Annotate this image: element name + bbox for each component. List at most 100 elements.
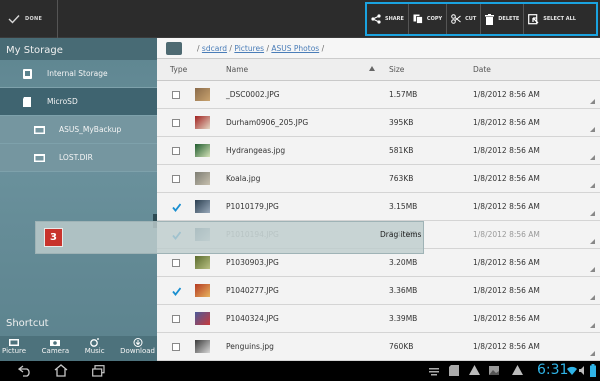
scissors-icon <box>451 14 461 24</box>
drag-count-badge: 3 <box>44 228 63 247</box>
wifi-icon <box>567 366 577 375</box>
cut-label: CUT <box>465 16 477 22</box>
file-name: P1030903.JPG <box>226 258 279 267</box>
sidebar-item-asus-mybackup[interactable]: ASUS_MyBackup <box>0 116 157 144</box>
selected-checkbox[interactable] <box>172 287 182 296</box>
image-thumbnail-icon <box>195 172 210 185</box>
file-name: Penguins.jpg <box>226 342 274 351</box>
checkbox[interactable] <box>172 315 180 323</box>
checkbox[interactable] <box>172 343 180 351</box>
shortcut-bar: Picture Camera Music Download <box>0 336 157 361</box>
sdcard-icon <box>23 96 31 107</box>
system-bar: 6:31 <box>0 361 600 381</box>
parent-folder-button[interactable] <box>166 41 182 55</box>
file-size: 3.20MB <box>389 258 418 267</box>
file-name: P1040324.JPG <box>226 314 279 323</box>
row-corner-indicator <box>590 155 595 160</box>
storage-sidebar: My Storage Internal Storage MicroSD ASUS… <box>0 38 157 361</box>
shortcut-download[interactable]: Download <box>120 336 155 361</box>
file-row[interactable]: P1040277.JPG 3.36MB 1/8/2012 8:56 AM <box>157 277 600 305</box>
breadcrumb-sdcard[interactable]: sdcard <box>202 44 227 53</box>
delete-label: DELETE <box>498 16 520 22</box>
cut-button[interactable]: CUT <box>447 4 482 34</box>
warning-icon[interactable] <box>469 365 480 375</box>
sidebar-item-lost-dir[interactable]: LOST.DIR <box>0 144 157 172</box>
file-row[interactable]: Hydrangeas.jpg 581KB 1/8/2012 8:56 AM <box>157 137 600 165</box>
select-all-icon <box>528 13 539 24</box>
file-row[interactable]: Penguins.jpg 760KB 1/8/2012 8:56 AM <box>157 333 600 361</box>
share-button[interactable]: SHARE <box>367 4 409 34</box>
file-row[interactable]: Koala.jpg 763KB 1/8/2012 8:56 AM <box>157 165 600 193</box>
file-name: Hydrangeas.jpg <box>226 146 286 155</box>
sidebar-item-label: Internal Storage <box>47 69 108 78</box>
image-notification-icon[interactable] <box>489 366 499 375</box>
file-date: 1/8/2012 8:56 AM <box>473 230 540 239</box>
sidebar-item-label: ASUS_MyBackup <box>59 125 122 134</box>
row-corner-indicator <box>590 295 595 300</box>
file-name: _DSC0002.JPG <box>226 90 280 99</box>
file-size: 581KB <box>389 146 414 155</box>
file-size: 1.57MB <box>389 90 418 99</box>
checkbox[interactable] <box>172 147 180 155</box>
sdcard-notification-icon[interactable] <box>449 365 459 376</box>
download-icon <box>133 338 143 347</box>
row-corner-indicator <box>590 351 595 356</box>
column-size[interactable]: Size <box>389 65 404 74</box>
file-size: 760KB <box>389 342 414 351</box>
folder-icon <box>34 153 45 162</box>
sidebar-item-microsd[interactable]: MicroSD <box>0 88 157 116</box>
shortcut-music[interactable]: Music <box>85 336 105 361</box>
image-thumbnail-icon <box>195 116 210 129</box>
file-size: 395KB <box>389 118 414 127</box>
image-thumbnail-icon <box>195 256 210 269</box>
shortcut-camera[interactable]: Camera <box>42 336 69 361</box>
phone-storage-icon <box>23 68 32 79</box>
row-corner-indicator <box>590 323 595 328</box>
back-icon[interactable] <box>18 365 32 377</box>
breadcrumb-asus-photos[interactable]: ASUS Photos <box>271 44 319 53</box>
checkbox[interactable] <box>172 175 180 183</box>
image-thumbnail-icon <box>195 340 210 353</box>
recent-apps-icon[interactable] <box>92 365 105 377</box>
select-all-button[interactable]: SELECT ALL <box>524 4 580 34</box>
home-icon[interactable] <box>54 364 68 377</box>
file-row[interactable]: _DSC0002.JPG 1.57MB 1/8/2012 8:56 AM <box>157 81 600 109</box>
camera-icon <box>50 340 61 346</box>
delete-button[interactable]: DELETE <box>481 4 525 34</box>
image-thumbnail-icon <box>195 284 210 297</box>
warning-icon[interactable] <box>512 365 523 375</box>
checkbox[interactable] <box>172 259 180 267</box>
shortcut-label: Music <box>84 347 105 355</box>
file-row[interactable]: P1040324.JPG 3.39MB 1/8/2012 8:56 AM <box>157 305 600 333</box>
music-icon <box>89 338 99 347</box>
selected-checkbox[interactable] <box>172 203 182 212</box>
image-thumbnail-icon <box>195 88 210 101</box>
share-icon <box>371 14 381 24</box>
file-row[interactable]: P1010179.JPG 3.15MB 1/8/2012 8:56 AM <box>157 193 600 221</box>
shortcut-picture[interactable]: Picture <box>2 336 26 361</box>
breadcrumb-sep: / <box>321 43 325 53</box>
column-date[interactable]: Date <box>473 65 491 74</box>
column-type[interactable]: Type <box>170 65 187 74</box>
copy-label: COPY <box>426 16 443 22</box>
breadcrumb-pictures[interactable]: Pictures <box>234 44 264 53</box>
breadcrumb-sep: / <box>197 43 200 53</box>
folder-icon <box>34 125 45 134</box>
usb-notification-icon[interactable] <box>429 366 439 376</box>
drag-items-overlay[interactable]: 3 Drag items <box>35 221 424 254</box>
copy-button[interactable]: COPY <box>409 4 448 34</box>
shortcut-label: Picture <box>2 347 27 355</box>
checkbox[interactable] <box>172 91 180 99</box>
file-browser: / sdcard / Pictures / ASUS Photos / Type… <box>157 38 600 361</box>
file-name: Durham0906_205.JPG <box>226 118 309 127</box>
done-button[interactable]: DONE <box>0 0 58 38</box>
sidebar-item-internal-storage[interactable]: Internal Storage <box>0 60 157 88</box>
file-size: 3.39MB <box>389 314 418 323</box>
checkbox[interactable] <box>172 119 180 127</box>
row-corner-indicator <box>590 267 595 272</box>
done-label: DONE <box>25 16 43 22</box>
file-name: Koala.jpg <box>226 174 261 183</box>
file-date: 1/8/2012 8:56 AM <box>473 286 540 295</box>
column-name[interactable]: Name <box>226 65 248 74</box>
file-row[interactable]: Durham0906_205.JPG 395KB 1/8/2012 8:56 AM <box>157 109 600 137</box>
